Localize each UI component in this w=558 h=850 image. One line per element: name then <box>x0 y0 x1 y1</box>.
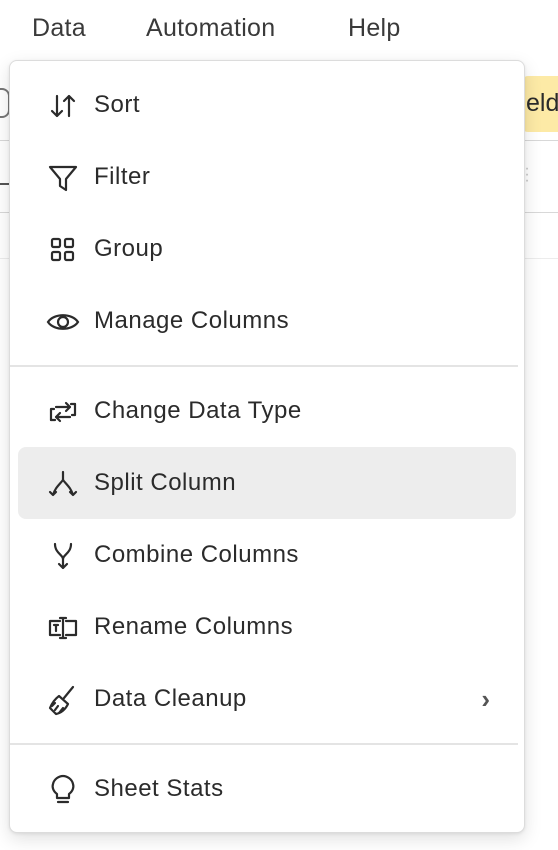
menubar-data[interactable]: Data <box>32 14 86 43</box>
menu-item-label: Group <box>94 235 164 262</box>
menubar-help[interactable]: Help <box>348 14 401 43</box>
menu-item-combine-columns[interactable]: Combine Columns <box>18 519 516 591</box>
menubar: Data Automation Help <box>0 0 558 58</box>
group-grid-icon <box>46 233 80 267</box>
menu-item-label: Change Data Type <box>94 397 302 424</box>
eye-icon <box>46 305 80 339</box>
filter-funnel-icon <box>46 161 80 195</box>
rename-icon <box>46 611 80 645</box>
menu-item-label: Filter <box>94 163 151 190</box>
menu-item-manage-columns[interactable]: Manage Columns <box>18 285 516 357</box>
menu-item-sheet-stats[interactable]: Sheet Stats <box>18 753 516 825</box>
menu-item-filter[interactable]: Filter <box>18 141 516 213</box>
combine-icon <box>46 539 80 573</box>
change-type-icon <box>46 395 80 429</box>
menu-item-data-cleanup[interactable]: Data Cleanup › <box>18 663 516 735</box>
broom-icon <box>46 683 80 717</box>
background-field-chip-label: eld <box>526 89 558 117</box>
menu-item-label: Sort <box>94 91 141 118</box>
menu-item-label: Rename Columns <box>94 613 294 640</box>
menu-item-change-data-type[interactable]: Change Data Type <box>18 375 516 447</box>
menu-divider <box>10 743 518 745</box>
data-menu-dropdown: Sort Filter Group Manage Columns Change … <box>9 60 525 833</box>
split-icon <box>46 467 80 501</box>
lightbulb-icon <box>46 773 80 807</box>
submenu-chevron-icon: › <box>481 684 490 714</box>
sort-arrows-icon <box>46 89 80 123</box>
menu-item-label: Split Column <box>94 469 237 496</box>
menu-item-label: Data Cleanup <box>94 685 247 712</box>
menu-item-rename-columns[interactable]: Rename Columns <box>18 591 516 663</box>
menubar-automation[interactable]: Automation <box>146 14 275 43</box>
menu-item-group[interactable]: Group <box>18 213 516 285</box>
menu-item-label: Manage Columns <box>94 307 290 334</box>
menu-divider <box>10 365 518 367</box>
background-field-chip[interactable]: eld <box>522 76 558 132</box>
menu-item-label: Combine Columns <box>94 541 299 568</box>
menu-item-label: Sheet Stats <box>94 775 224 802</box>
menu-item-split-column[interactable]: Split Column <box>18 447 516 519</box>
menu-item-sort[interactable]: Sort <box>18 69 516 141</box>
